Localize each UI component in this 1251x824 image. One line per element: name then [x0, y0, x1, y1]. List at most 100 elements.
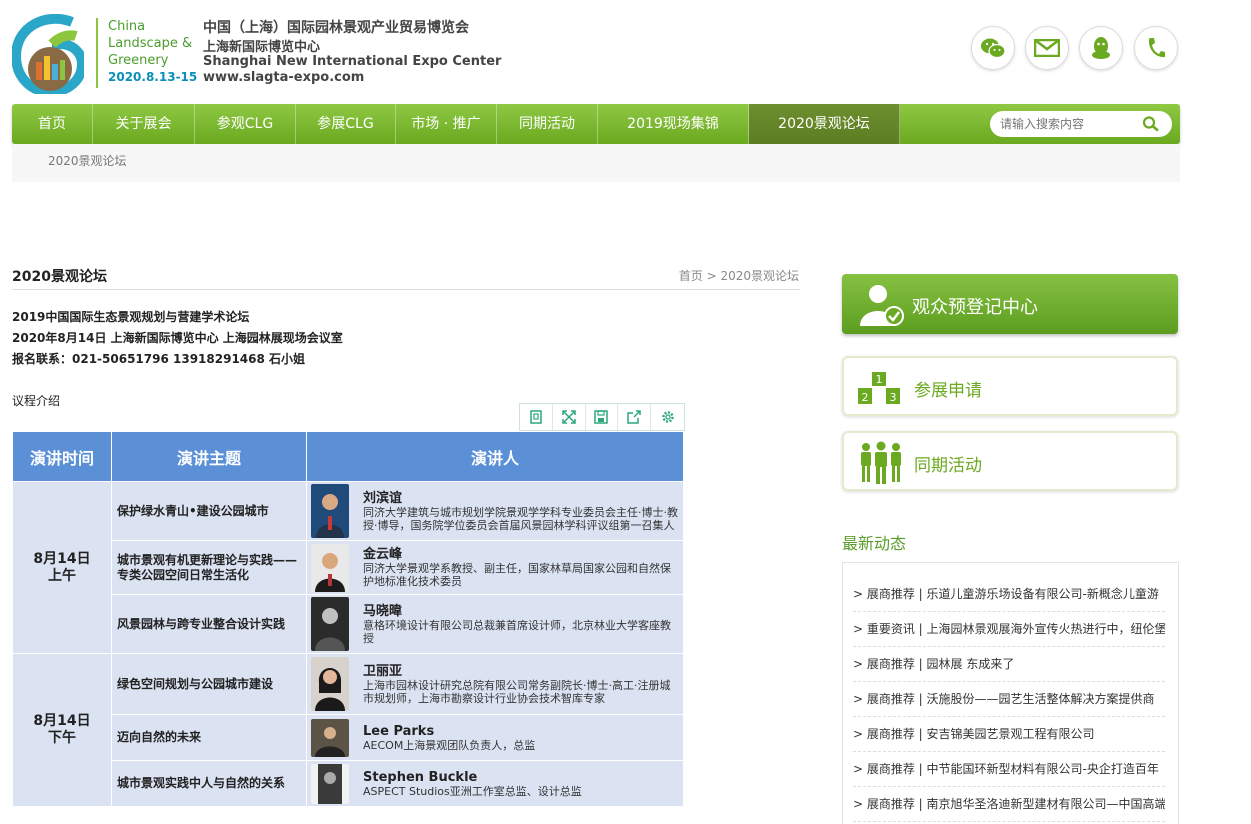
- table-toolbar: [519, 403, 685, 431]
- phone-button[interactable]: [1134, 26, 1178, 70]
- podium-icon: 1 2 3: [858, 372, 900, 404]
- talk-topic: 绿色空间规划与公园城市建设: [111, 653, 307, 715]
- news-item[interactable]: > 展商推荐 | 中节能国环新型材料有限公司-央企打造百年: [853, 752, 1165, 787]
- header-time: 演讲时间: [12, 431, 112, 482]
- visitor-registration-button[interactable]: 观众预登记中心: [842, 274, 1178, 334]
- logo-english-text: China Landscape & Greenery: [108, 18, 192, 69]
- logo-line-1: China: [108, 19, 146, 34]
- news-item[interactable]: > 展商推荐 | 沃施股份——园艺生活整体解决方案提供商: [853, 682, 1165, 717]
- speaker-name: Stephen Buckle: [363, 769, 478, 785]
- search-box: [990, 111, 1172, 137]
- share-button[interactable]: [618, 404, 652, 430]
- gear-icon: [661, 411, 674, 423]
- search-input[interactable]: [1000, 115, 1140, 133]
- logo-line-3: Greenery: [108, 53, 169, 68]
- talk-topic: 城市景观实践中人与自然的关系: [111, 760, 307, 807]
- speaker-photo: [311, 657, 349, 711]
- page-title: 2020景观论坛: [12, 269, 107, 285]
- email-button[interactable]: [1025, 26, 1069, 70]
- fullscreen-button[interactable]: [553, 404, 586, 430]
- speaker-cell: Stephen Buckle ASPECT Studios亚洲工作室总监、设计总…: [306, 760, 684, 807]
- expo-date: 2020.8.13-15: [108, 70, 198, 84]
- table-row: 8月14日 下午 绿色空间规划与公园城市建设 卫丽亚 上海市园林设计研究总院有限…: [12, 653, 684, 807]
- speaker-photo: [311, 484, 349, 538]
- speaker-photo: [311, 763, 349, 804]
- speaker-description: ASPECT Studios亚洲工作室总监、设计总监: [363, 784, 582, 798]
- speaker-name: Lee Parks: [363, 723, 435, 739]
- news-item[interactable]: > 重要资讯 | 上海园林景观展海外宣传火热进行中，纽伦堡: [853, 612, 1165, 647]
- breadcrumb[interactable]: 首页 > 2020景观论坛: [679, 267, 799, 284]
- title-divider: [12, 289, 800, 290]
- settings-button[interactable]: [651, 404, 684, 430]
- news-item[interactable]: > 展商推荐 | 安吉锦美园艺景观工程有限公司: [853, 717, 1165, 752]
- agenda-label: 议程介绍: [12, 394, 61, 408]
- news-item[interactable]: > 展商推荐 | 乐道儿童游乐场设备有限公司-新概念儿童游: [853, 577, 1165, 612]
- nav-item-market[interactable]: 市场 · 推广: [396, 104, 497, 144]
- concurrent-events-button[interactable]: 同期活动: [842, 431, 1178, 491]
- header-topic: 演讲主题: [111, 431, 307, 482]
- search-icon[interactable]: [1142, 116, 1160, 132]
- forum-contact: 报名联系：021-50651796 13918291468 石小姐: [12, 352, 306, 366]
- nav-item-about[interactable]: 关于展会: [93, 104, 195, 144]
- concurrent-events-label: 同期活动: [914, 456, 982, 476]
- news-heading: 最新动态: [842, 534, 907, 553]
- speaker-photo: [311, 543, 349, 592]
- qq-penguin-icon: [1092, 37, 1110, 59]
- people-group-icon: [861, 441, 901, 484]
- nav-item-visit[interactable]: 参观CLG: [195, 104, 296, 144]
- speaker-cell: 刘滨谊 同济大学建筑与城市规划学院景观学学科专业委员会主任·博士·教授·博导，国…: [306, 481, 684, 541]
- speaker-cell: 马晓暐 意格环境设计有限公司总裁兼首席设计师，北京林业大学客座教授: [306, 594, 684, 654]
- expand-icon: [561, 410, 576, 424]
- exhibit-application-label: 参展申请: [914, 381, 982, 401]
- venue-name-en: Shanghai New International Expo Center: [203, 54, 502, 69]
- expo-logo-icon[interactable]: [12, 14, 84, 94]
- save-icon: [594, 410, 609, 424]
- table-row: 8月14日 上午 保护绿水青山•建设公园城市 刘滨谊 同济大学建筑与城市规划学院…: [12, 481, 684, 654]
- table-row: 城市景观实践中人与自然的关系 Stephen Buckle ASPECT Stu…: [13, 760, 684, 807]
- nav-item-home[interactable]: 首页: [12, 104, 93, 144]
- logo-line-2: Landscape &: [108, 36, 193, 51]
- expo-name-cn: 中国（上海）国际园林景观产业贸易博览会: [203, 20, 469, 36]
- speaker-photo: [311, 718, 349, 757]
- nav-item-2020-forum[interactable]: 2020景观论坛: [749, 104, 900, 144]
- speaker-description: AECOM上海景观团队负责人，总监: [363, 738, 536, 752]
- sub-breadcrumb-text: 2020景观论坛: [48, 154, 127, 168]
- speaker-cell: 金云峰 同济大学景观学系教授、副主任，国家林草局国家公园和自然保护地标准化技术委…: [306, 540, 684, 595]
- svg-text:2: 2: [862, 391, 869, 404]
- agenda-table: 演讲时间 演讲主题 演讲人 8月14日 上午 保护绿水青山•建设公园城市 刘滨谊…: [12, 431, 684, 807]
- site-url: www.slagta-expo.com: [203, 70, 365, 85]
- session-time-morning: 8月14日 上午: [12, 481, 112, 654]
- phone-icon: [1148, 38, 1165, 58]
- wechat-button[interactable]: [971, 26, 1015, 70]
- logo-divider: [96, 18, 98, 88]
- session-period: 下午: [48, 730, 76, 746]
- site-header: China Landscape & Greenery 2020.8.13-15 …: [0, 0, 1251, 100]
- main-navigation: 首页 关于展会 参观CLG 参展CLG 市场 · 推广 同期活动 2019现场集…: [12, 104, 1180, 144]
- news-item[interactable]: > 展商推荐 | 南京旭华圣洛迪新型建材有限公司—中国高端: [853, 787, 1165, 822]
- nav-item-events[interactable]: 同期活动: [497, 104, 598, 144]
- news-item[interactable]: > 展商推荐 | 园林展 东成来了: [853, 647, 1165, 682]
- mail-icon: [1034, 39, 1060, 57]
- view-button[interactable]: [520, 404, 553, 430]
- exhibit-application-button[interactable]: 1 2 3 参展申请: [842, 356, 1178, 416]
- session-date: 8月14日: [33, 713, 91, 729]
- speaker-name: 金云峰: [363, 547, 403, 562]
- speaker-name: 刘滨谊: [363, 490, 403, 506]
- sub-breadcrumb-strip: 2020景观论坛: [12, 144, 1180, 182]
- table-row: 城市景观有机更新理论与实践——专类公园空间日常生活化 金云峰 同济大学景观学系教…: [13, 540, 684, 595]
- svg-text:3: 3: [890, 391, 897, 404]
- session-date: 8月14日: [33, 550, 91, 567]
- session-time-afternoon: 8月14日 下午: [12, 653, 112, 807]
- speaker-photo: [311, 597, 349, 651]
- wechat-icon: [981, 38, 1006, 59]
- table-row: 风景园林与跨专业整合设计实践 马晓暐 意格环境设计有限公司总裁兼首席设计师，北京…: [13, 594, 684, 654]
- nav-item-exhibit[interactable]: 参展CLG: [296, 104, 396, 144]
- speaker-cell: 卫丽亚 上海市园林设计研究总院有限公司常务副院长·博士·高工·注册城市规划师，上…: [306, 653, 684, 715]
- save-button[interactable]: [586, 404, 619, 430]
- speaker-description: 意格环境设计有限公司总裁兼首席设计师，北京林业大学客座教授: [363, 618, 671, 645]
- table-row: 迈向自然的未来 Lee Parks AECOM上海景观团队负责人，总监: [13, 714, 684, 761]
- session-period: 上午: [48, 567, 76, 584]
- qq-button[interactable]: [1079, 26, 1123, 70]
- table-header-row: 演讲时间 演讲主题 演讲人: [12, 431, 684, 482]
- nav-item-2019-highlights[interactable]: 2019现场集锦: [598, 104, 749, 144]
